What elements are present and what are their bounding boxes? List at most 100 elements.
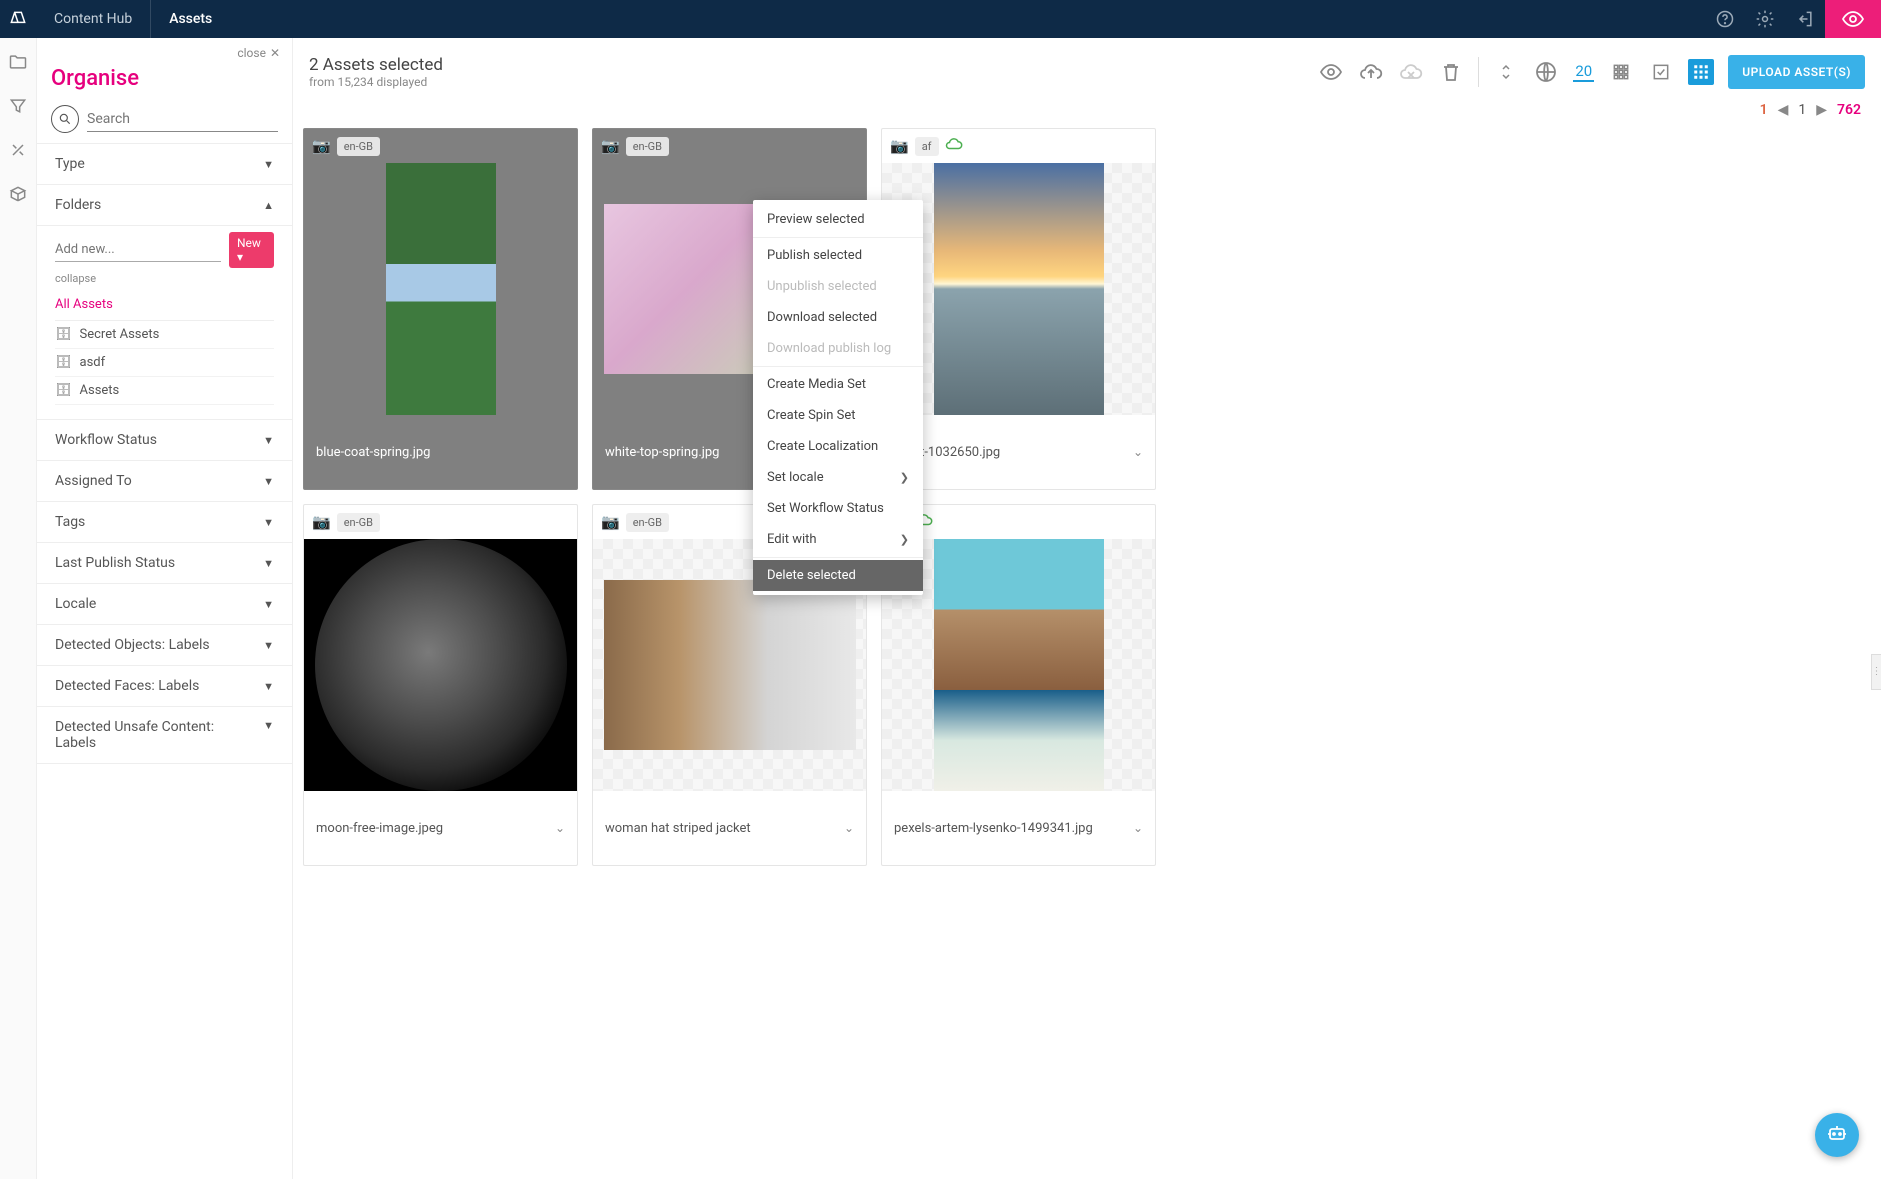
- section-type[interactable]: Type ▼: [37, 144, 292, 185]
- cm-unpublish-selected: Unpublish selected: [753, 271, 923, 302]
- folders-body: New ▾ collapse All Assets 🗄 Secret Asset…: [37, 226, 292, 420]
- chevron-down-icon: ▼: [263, 516, 274, 529]
- cm-set-workflow-status[interactable]: Set Workflow Status: [753, 493, 923, 524]
- grid-view-icon[interactable]: [1608, 59, 1634, 85]
- section-locale[interactable]: Locale ▼: [37, 584, 292, 625]
- chevron-right-icon: ❯: [900, 471, 909, 484]
- rail-filter-icon[interactable]: [6, 94, 30, 118]
- app-name[interactable]: Content Hub: [36, 0, 151, 38]
- logout-icon[interactable]: [1785, 0, 1825, 38]
- locale-badge: en-GB: [337, 513, 380, 532]
- asset-thumbnail[interactable]: [304, 163, 577, 415]
- pager-next-icon[interactable]: ▶: [1816, 102, 1827, 118]
- cm-edit-with[interactable]: Edit with ❯: [753, 524, 923, 555]
- section-tags[interactable]: Tags ▼: [37, 502, 292, 543]
- chevron-down-icon[interactable]: ⌄: [1133, 821, 1143, 835]
- section-last-publish-status[interactable]: Last Publish Status ▼: [37, 543, 292, 584]
- cm-create-spin-set[interactable]: Create Spin Set: [753, 400, 923, 431]
- asset-filename: moon-free-image.jpeg: [316, 821, 443, 836]
- toolbar: 2 Assets selected from 15,234 displayed: [293, 38, 1881, 98]
- folder-asdf[interactable]: 🗄 asdf: [55, 349, 274, 377]
- app-logo[interactable]: [0, 9, 36, 29]
- search-input[interactable]: [87, 107, 278, 132]
- briefcase-icon: 🗄: [55, 327, 72, 342]
- cm-separator: [753, 366, 923, 367]
- cloud-remove-icon[interactable]: [1398, 59, 1424, 85]
- pager-total[interactable]: 762: [1837, 102, 1861, 118]
- close-icon: ✕: [270, 46, 280, 60]
- delete-icon[interactable]: [1438, 59, 1464, 85]
- chevron-down-icon[interactable]: ⌄: [844, 821, 854, 835]
- settings-icon[interactable]: [1745, 0, 1785, 38]
- cm-create-media-set[interactable]: Create Media Set: [753, 369, 923, 400]
- cm-preview-selected[interactable]: Preview selected: [753, 204, 923, 235]
- asset-thumbnail[interactable]: [304, 539, 577, 791]
- camera-icon: 📷: [890, 137, 909, 155]
- cm-set-locale[interactable]: Set locale ❯: [753, 462, 923, 493]
- folder-assets[interactable]: 🗄 Assets: [55, 377, 274, 405]
- chevron-down-icon: ▼: [263, 680, 274, 693]
- page-size-selector[interactable]: 20: [1573, 62, 1594, 82]
- locale-badge: af: [915, 137, 939, 156]
- chat-fab[interactable]: [1815, 1113, 1859, 1157]
- asset-grid: 📷 en-GB blue-coat-spring.jpg 📷 en-GB: [303, 128, 1871, 866]
- camera-icon: 📷: [312, 137, 331, 155]
- chevron-down-icon: ▼: [263, 434, 274, 447]
- tab-assets[interactable]: Assets: [151, 0, 230, 38]
- pager-prev-icon[interactable]: ◀: [1778, 102, 1789, 118]
- folder-secret-assets[interactable]: 🗄 Secret Assets: [55, 321, 274, 349]
- asset-card[interactable]: 📷 en-GB moon-free-image.jpeg ⌄: [303, 504, 578, 866]
- new-folder-button[interactable]: New ▾: [229, 232, 274, 268]
- chevron-down-icon: ▼: [263, 639, 274, 652]
- asset-card[interactable]: 📷 en-GB blue-coat-spring.jpg: [303, 128, 578, 490]
- sidebar-close[interactable]: close ✕: [37, 38, 292, 60]
- help-icon[interactable]: [1705, 0, 1745, 38]
- chevron-down-icon: ▼: [263, 719, 274, 732]
- asset-filename: white-top-spring.jpg: [605, 445, 719, 460]
- folder-all-assets[interactable]: All Assets: [55, 291, 274, 321]
- briefcase-icon: 🗄: [55, 383, 72, 398]
- toolbar-divider: [1478, 57, 1479, 87]
- rail-tools-icon[interactable]: [6, 138, 30, 162]
- section-folders[interactable]: Folders ▲: [37, 185, 292, 226]
- chevron-down-icon[interactable]: ⌄: [555, 821, 565, 835]
- section-detected-unsafe[interactable]: Detected Unsafe Content: Labels ▼: [37, 707, 292, 764]
- globe-icon[interactable]: [1533, 59, 1559, 85]
- chevron-down-icon[interactable]: ⌄: [1133, 445, 1143, 459]
- select-mode-active-icon[interactable]: [1688, 59, 1714, 85]
- asset-filename: blue-coat-spring.jpg: [316, 445, 430, 460]
- chevron-right-icon: ❯: [900, 533, 909, 546]
- add-folder-input[interactable]: [55, 238, 221, 262]
- side-panel-handle[interactable]: ⋮: [1871, 654, 1881, 690]
- cm-separator: [753, 237, 923, 238]
- selection-title: 2 Assets selected: [309, 55, 1304, 75]
- content-area: 2 Assets selected from 15,234 displayed: [293, 38, 1881, 1179]
- preview-icon[interactable]: [1318, 59, 1344, 85]
- cm-delete-selected[interactable]: Delete selected: [753, 560, 923, 591]
- rail-box-icon[interactable]: [6, 182, 30, 206]
- chevron-down-icon: ▼: [263, 158, 274, 171]
- locale-badge: en-GB: [626, 513, 669, 532]
- cm-download-selected[interactable]: Download selected: [753, 302, 923, 333]
- selection-subtitle: from 15,234 displayed: [309, 75, 1304, 89]
- section-assigned-to[interactable]: Assigned To ▼: [37, 461, 292, 502]
- asset-filename: woman hat striped jacket: [605, 821, 751, 836]
- rail-folder-icon[interactable]: [6, 50, 30, 74]
- cm-create-localization[interactable]: Create Localization: [753, 431, 923, 462]
- section-detected-objects[interactable]: Detected Objects: Labels ▼: [37, 625, 292, 666]
- briefcase-icon: 🗄: [55, 355, 72, 370]
- cloud-upload-icon[interactable]: [1358, 59, 1384, 85]
- preview-mode-button[interactable]: [1825, 0, 1881, 38]
- upload-button[interactable]: UPLOAD ASSET(S): [1728, 55, 1865, 89]
- sidebar: close ✕ Organise Type ▼ Folders ▲ New ▾: [37, 38, 293, 1179]
- cm-publish-selected[interactable]: Publish selected: [753, 240, 923, 271]
- checkbox-icon[interactable]: [1648, 59, 1674, 85]
- collapse-folders[interactable]: collapse: [55, 272, 274, 285]
- chevron-down-icon: ▼: [263, 598, 274, 611]
- section-workflow-status[interactable]: Workflow Status ▼: [37, 420, 292, 461]
- pager: 1 ◀ 1 ▶ 762: [293, 98, 1881, 128]
- sort-icon[interactable]: [1493, 59, 1519, 85]
- pager-current: 1: [1760, 102, 1768, 118]
- section-detected-faces[interactable]: Detected Faces: Labels ▼: [37, 666, 292, 707]
- search-icon[interactable]: [51, 105, 79, 133]
